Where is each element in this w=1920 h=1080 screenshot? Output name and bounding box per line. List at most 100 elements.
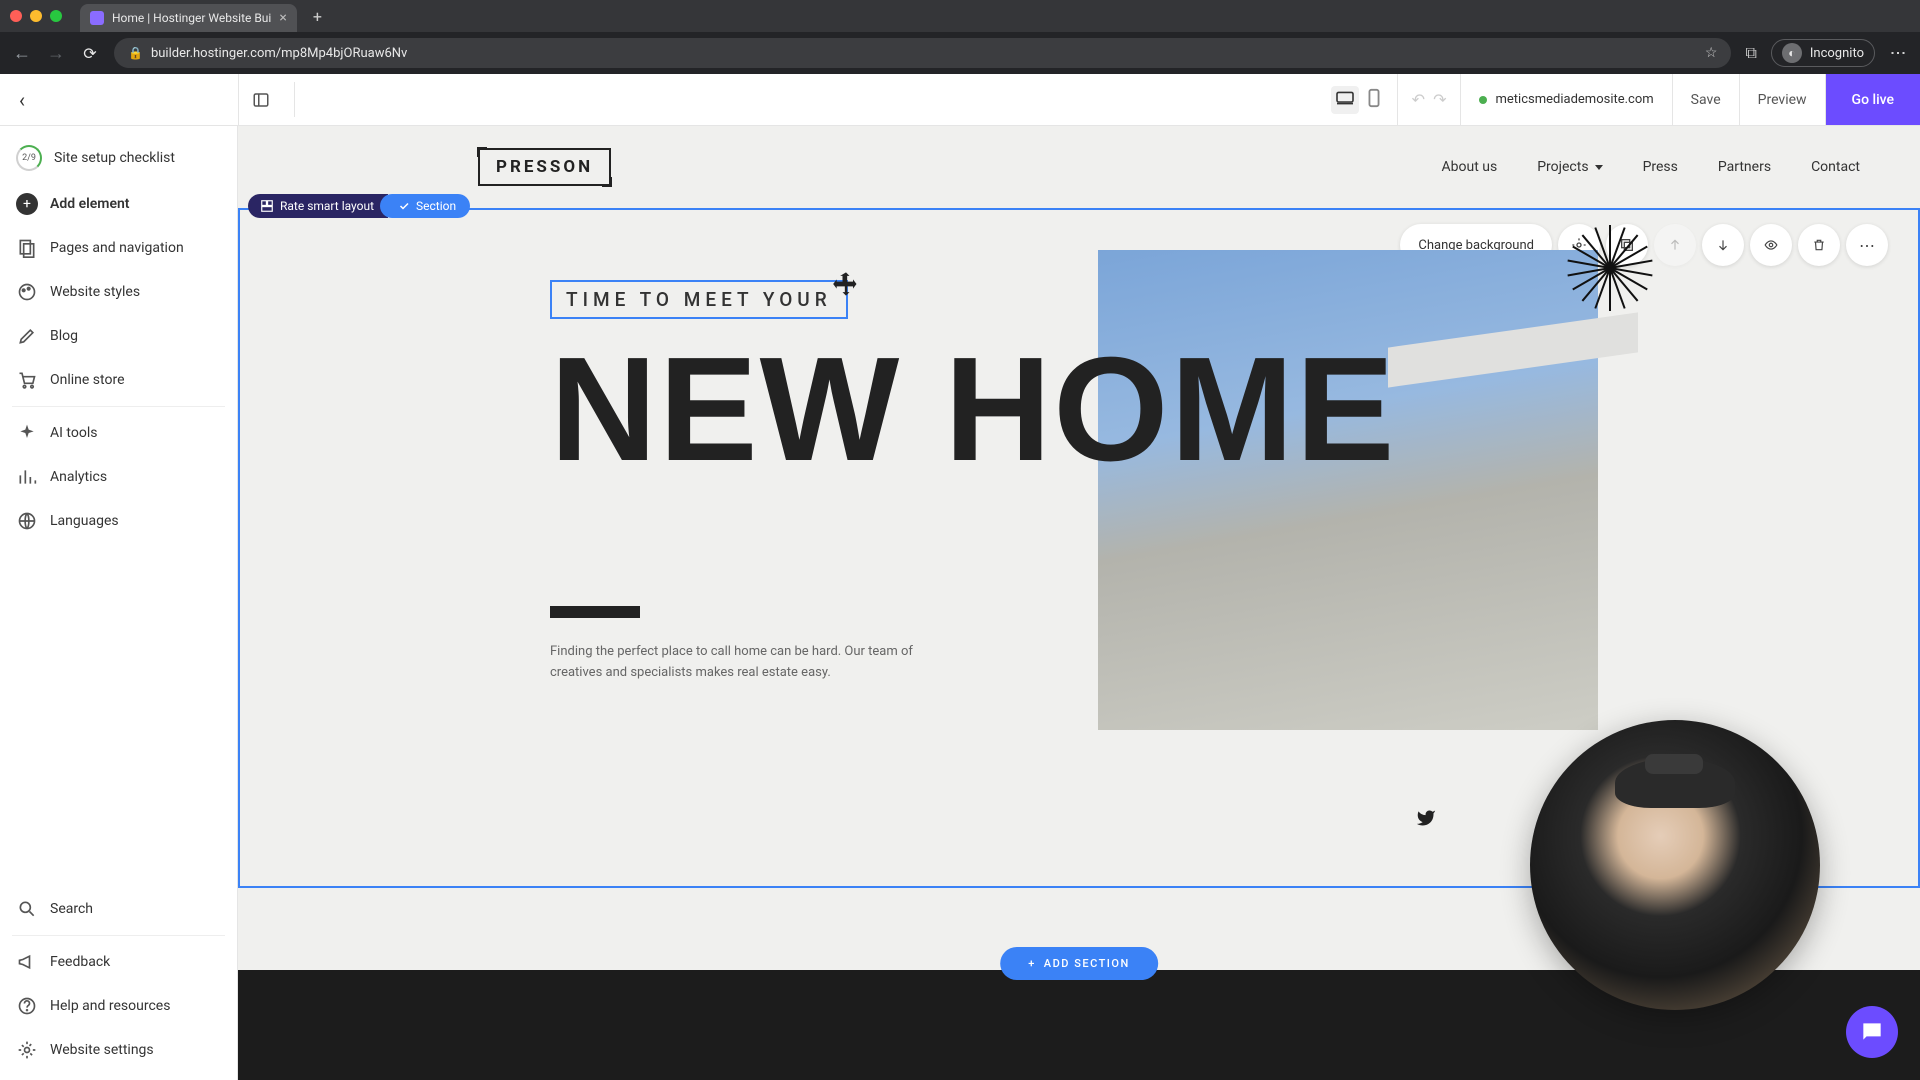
sidebar-item-feedback[interactable]: Feedback [0,940,237,984]
progress-ring-icon: 2/9 [16,145,42,171]
nav-item-projects[interactable]: Projects [1537,159,1602,175]
sidebar-item-blog[interactable]: Blog [0,314,237,358]
nav-item-partners[interactable]: Partners [1718,159,1771,175]
desktop-view-button[interactable] [1331,86,1359,114]
mobile-view-button[interactable] [1363,84,1385,116]
hero-overline[interactable]: TIME TO MEET YOUR [550,280,848,319]
panel-toggle-button[interactable] [238,74,282,125]
pill-label: Section [416,199,456,213]
delete-section-button[interactable] [1798,224,1840,266]
sidebar-item-styles[interactable]: Website styles [0,270,237,314]
site-nav-menu: About us Projects Press Partners Contact [1442,159,1860,175]
chart-icon [16,466,38,488]
builder-sidebar: 2/9 Site setup checklist + Add element P… [0,126,238,1080]
close-window-button[interactable] [10,10,22,22]
undo-redo-group: ↶ ↷ [1398,74,1462,125]
browser-tab[interactable]: Home | Hostinger Website Bui × [80,4,297,32]
save-button[interactable]: Save [1673,74,1740,125]
sidebar-item-settings[interactable]: Website settings [0,1028,237,1072]
starburst-decoration [1567,225,1653,311]
go-live-button[interactable]: Go live [1826,74,1920,125]
sidebar-item-pages[interactable]: Pages and navigation [0,226,237,270]
hero-body-text[interactable]: Finding the perfect place to call home c… [550,642,920,684]
plus-icon: + [16,193,38,215]
add-section-button[interactable]: + ADD SECTION [1000,947,1158,980]
sidebar-label: Languages [50,513,119,529]
incognito-label: Incognito [1810,46,1864,61]
divider [12,935,225,936]
move-down-button[interactable] [1702,224,1744,266]
chat-launcher-button[interactable] [1846,1006,1898,1058]
tab-title: Home | Hostinger Website Bui [112,11,271,25]
search-icon [16,898,38,920]
main-layout: 2/9 Site setup checklist + Add element P… [0,126,1920,1080]
redo-button[interactable]: ↷ [1433,90,1446,109]
forward-button[interactable]: → [46,43,66,64]
divider [12,406,225,407]
sidebar-item-search[interactable]: Search [0,887,237,931]
preview-button[interactable]: Preview [1740,74,1826,125]
sidebar-label: Site setup checklist [54,150,175,166]
nav-label: Projects [1537,159,1588,175]
chevron-down-icon [1595,165,1603,170]
bookmark-icon[interactable]: ☆ [1705,45,1718,61]
incognito-badge[interactable]: ◐ Incognito [1771,39,1875,67]
url-text: builder.hostinger.com/mp8Mp4bjORuaw6Nv [151,46,407,61]
maximize-window-button[interactable] [50,10,62,22]
status-indicator-icon [1479,96,1487,104]
cart-icon [16,369,38,391]
sidebar-item-checklist[interactable]: 2/9 Site setup checklist [0,134,237,182]
hero-divider [550,606,640,618]
sidebar-item-ai[interactable]: AI tools [0,411,237,455]
close-tab-icon[interactable]: × [279,10,286,26]
back-button[interactable]: ← [12,43,32,64]
overline-text: TIME TO MEET YOUR [566,288,832,311]
sidebar-label: AI tools [50,425,97,441]
visibility-button[interactable] [1750,224,1792,266]
builder-canvas[interactable]: PRESSON About us Projects Press Partners… [238,126,1920,1080]
palette-icon [16,281,38,303]
reload-button[interactable]: ⟳ [80,44,100,63]
check-icon [398,200,410,212]
minimize-window-button[interactable] [30,10,42,22]
sparkle-icon [16,422,38,444]
sidebar-item-store[interactable]: Online store [0,358,237,402]
sidebar-item-languages[interactable]: Languages [0,499,237,543]
address-bar[interactable]: 🔒 builder.hostinger.com/mp8Mp4bjORuaw6Nv… [114,38,1731,68]
rate-smart-layout-button[interactable]: Rate smart layout [248,194,388,218]
nav-item-press[interactable]: Press [1643,159,1678,175]
gear-icon [16,1039,38,1061]
section-pill[interactable]: Section [380,194,470,218]
pages-icon [16,237,38,259]
builder-back-button[interactable]: ‹ [0,74,44,125]
sidebar-item-analytics[interactable]: Analytics [0,455,237,499]
sidebar-label: Pages and navigation [50,240,184,256]
sidebar-label: Feedback [50,954,110,970]
presenter-webcam-overlay [1530,720,1820,1010]
nav-item-contact[interactable]: Contact [1811,159,1860,175]
add-section-label: ADD SECTION [1044,957,1130,970]
pill-label: Rate smart layout [280,199,374,213]
twitter-icon[interactable] [1414,808,1438,834]
trash-icon [1812,237,1826,253]
new-tab-button[interactable]: + [305,7,330,26]
site-logo[interactable]: PRESSON [478,148,611,186]
arrow-up-icon [1668,238,1682,252]
browser-menu-button[interactable]: ⋮ [1889,45,1908,61]
browser-toolbar: ← → ⟳ 🔒 builder.hostinger.com/mp8Mp4bjOR… [0,32,1920,74]
undo-button[interactable]: ↶ [1412,90,1425,109]
more-options-button[interactable]: ⋯ [1846,224,1888,266]
extensions-icon[interactable]: ⧉ [1745,43,1756,63]
incognito-icon: ◐ [1782,43,1802,63]
sidebar-item-help[interactable]: Help and resources [0,984,237,1028]
eye-icon [1762,238,1780,252]
nav-item-about[interactable]: About us [1442,159,1498,175]
move-up-button[interactable] [1654,224,1696,266]
megaphone-icon [16,951,38,973]
site-header: PRESSON About us Projects Press Partners… [238,126,1920,208]
move-handle-icon[interactable] [832,270,860,298]
site-domain-display[interactable]: meticsmediademosite.com [1461,74,1672,125]
more-icon: ⋯ [1859,236,1875,255]
sidebar-item-add-element[interactable]: + Add element [0,182,237,226]
hero-title[interactable]: NEW HOME [550,343,1858,476]
